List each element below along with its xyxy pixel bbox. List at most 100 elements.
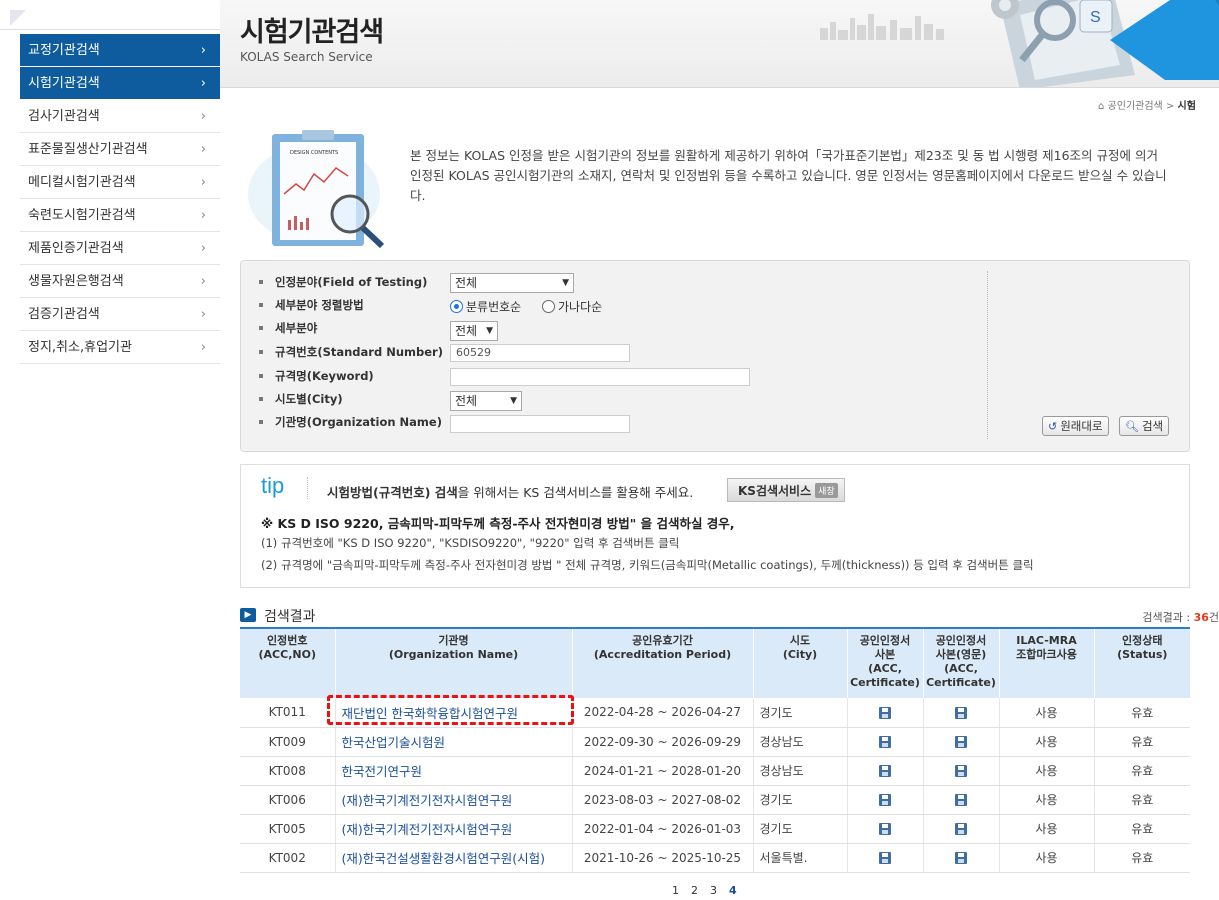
organization-link[interactable]: (재)한국기계전기전자시험연구원 <box>335 814 573 844</box>
sidebar-item-label: 검사기관검색 <box>28 109 100 124</box>
results-count-unit: 건 <box>1208 611 1219 624</box>
save-icon[interactable] <box>955 736 967 748</box>
accreditation-period: 2021-10-26 ~ 2025-10-25 <box>572 843 754 873</box>
field-select[interactable]: 전체 ▼ <box>450 273 574 293</box>
save-icon[interactable] <box>879 765 891 777</box>
tip-box: tip 시험방법(규격번호) 검색을 위해서는 KS 검색서비스를 활용해 주세… <box>240 464 1190 588</box>
sidebar-item-label: 검증기관검색 <box>28 307 100 322</box>
column-header-mra: ILAC-MRA 조합마크사용 <box>999 627 1095 698</box>
mra-usage: 사용 <box>999 843 1095 873</box>
keyword-input[interactable] <box>450 368 750 386</box>
home-icon[interactable]: ⌂ <box>1098 101 1104 112</box>
search-form: 인정분야(Field of Testing) 전체 ▼ 세부분야 정렬방법 분류… <box>240 260 1190 452</box>
play-icon: ▶ <box>240 608 256 622</box>
page-link[interactable]: 1 <box>672 884 679 897</box>
organization-link[interactable]: (재)한국건설생활환경시험연구원(시험) <box>335 843 573 873</box>
save-icon[interactable] <box>955 706 967 719</box>
radio-unselected-icon <box>542 300 555 313</box>
column-header-acc[interactable]: 인정번호 (ACC,NO) <box>240 627 336 698</box>
certificate-cell <box>847 727 924 757</box>
city-select[interactable]: 전체 ▼ <box>450 391 522 411</box>
organization-link[interactable]: 한국산업기술시험원 <box>335 727 573 757</box>
sidebar-item-medical[interactable]: 메디컬시험기관검색 › <box>20 166 220 199</box>
sidebar: 교정기관검색 › 시험기관검색 › 검사기관검색 › 표준물질생산기관검색 › 메디컬시… <box>0 0 220 380</box>
city: 경상남도 <box>753 756 848 786</box>
save-icon[interactable] <box>955 823 967 835</box>
ks-search-button[interactable]: KS검색서비스 새창 <box>727 478 845 502</box>
city-select-value: 전체 <box>455 394 478 408</box>
sub-row: 세부분야 <box>259 318 317 338</box>
save-icon[interactable] <box>955 794 967 806</box>
breadcrumb-home[interactable]: 공인기관검색 <box>1108 101 1163 112</box>
city: 경기도 <box>753 785 848 815</box>
table-row: KT006 (재)한국기계전기전자시험연구원 2023-08-03 ~ 2027… <box>240 785 1190 815</box>
standard-number-input[interactable]: 60529 <box>450 344 630 362</box>
chevron-right-icon: › <box>200 307 206 322</box>
results-title: 검색결과 <box>264 609 316 625</box>
tip-line-1-bold: 시험방법(규격번호) 검색 <box>327 485 458 500</box>
sidebar-item-testing[interactable]: 시험기관검색 › <box>20 67 220 100</box>
chevron-right-icon: › <box>200 274 206 289</box>
sidebar-item-proficiency[interactable]: 숙련도시험기관검색 › <box>20 199 220 232</box>
divider <box>307 477 308 499</box>
tip-line-1-rest: 을 위해서는 KS 검색서비스를 활용해 주세요. <box>457 485 694 500</box>
sort-radio-number[interactable]: 분류번호순 <box>450 298 521 315</box>
organization-link[interactable]: (재)한국기계전기전자시험연구원 <box>335 785 573 815</box>
column-header-city[interactable]: 시도 (City) <box>753 627 848 698</box>
accreditation-period: 2024-01-21 ~ 2028-01-20 <box>572 756 754 786</box>
accreditation-period: 2022-09-30 ~ 2026-09-29 <box>572 727 754 757</box>
save-icon[interactable] <box>879 794 891 806</box>
reset-button[interactable]: ↺ 원래대로 <box>1042 416 1109 436</box>
accreditation-period: 2022-01-04 ~ 2026-01-03 <box>572 814 754 844</box>
chevron-down-icon: ▼ <box>562 278 569 288</box>
results-header: ▶ 검색결과 검색결과 : 36건 <box>240 606 1219 626</box>
table-header-row: 인정번호 (ACC,NO) 기관명 (Organization Name) 공인유효… <box>240 627 1190 698</box>
chevron-right-icon: › <box>200 241 206 256</box>
certificate-cell <box>847 756 924 786</box>
sort-radio-alpha[interactable]: 가나다순 <box>542 298 602 315</box>
save-icon[interactable] <box>879 706 891 719</box>
organization-input[interactable] <box>450 415 630 433</box>
column-header-org[interactable]: 기관명 (Organization Name) <box>335 627 573 698</box>
search-button[interactable]: 🔍︎ 검색 <box>1119 416 1170 436</box>
acc-number: KT011 <box>240 698 336 728</box>
sub-select[interactable]: 전체 ▼ <box>450 321 498 341</box>
chevron-down-icon: ▼ <box>510 396 517 406</box>
sidebar-item-reference-material[interactable]: 표준물질생산기관검색 › <box>20 133 220 166</box>
sidebar-item-product-cert[interactable]: 제품인증기관검색 › <box>20 232 220 265</box>
field-label: 인정분야(Field of Testing) <box>259 274 427 290</box>
page-link-current[interactable]: 4 <box>729 884 737 897</box>
sidebar-item-label: 시험기관검색 <box>28 76 100 91</box>
save-icon[interactable] <box>879 823 891 835</box>
mra-usage: 사용 <box>999 727 1095 757</box>
sidebar-item-verification[interactable]: 검증기관검색 › <box>20 298 220 331</box>
column-header-period[interactable]: 공인유효기간 (Accreditation Period) <box>572 627 754 698</box>
page-header: 시험기관검색 KOLAS Search Service S <box>220 0 1219 88</box>
page-link[interactable]: 2 <box>691 884 698 897</box>
divider <box>987 271 988 439</box>
svg-text:S: S <box>1090 9 1101 26</box>
sort-option-label: 가나다순 <box>558 300 603 314</box>
status: 유효 <box>1094 843 1190 873</box>
clipboard-caption: DESIGN CONTENTS <box>290 150 338 156</box>
sidebar-item-suspended[interactable]: 정지,취소,휴업기관 › <box>20 331 220 364</box>
chevron-right-icon: › <box>200 43 206 58</box>
sidebar-item-inspection[interactable]: 검사기관검색 › <box>20 100 220 133</box>
certificate-en-cell <box>923 843 1000 873</box>
results-count-number: 36 <box>1193 611 1209 624</box>
page-link[interactable]: 3 <box>710 884 717 897</box>
organization-link[interactable]: 한국전기연구원 <box>335 756 573 786</box>
sidebar-item-label: 교정기관검색 <box>28 43 100 58</box>
std-label: 규격번호(Standard Number) <box>259 344 443 360</box>
tip-line-2: ※ KS D ISO 9220, 금속피막-피막두께 측정-주사 전자현미경 방… <box>261 516 735 531</box>
sidebar-item-bioresource[interactable]: 생물자원은행검색 › <box>20 265 220 298</box>
city-row: 시도별(City) <box>259 389 343 409</box>
certificate-en-cell <box>923 756 1000 786</box>
save-icon[interactable] <box>879 736 891 748</box>
save-icon[interactable] <box>955 852 967 864</box>
sidebar-item-calibration[interactable]: 교정기관검색 › <box>20 34 220 67</box>
save-icon[interactable] <box>955 765 967 777</box>
mra-usage: 사용 <box>999 756 1095 786</box>
breadcrumb-current: 시험 <box>1177 101 1196 112</box>
save-icon[interactable] <box>879 852 891 864</box>
